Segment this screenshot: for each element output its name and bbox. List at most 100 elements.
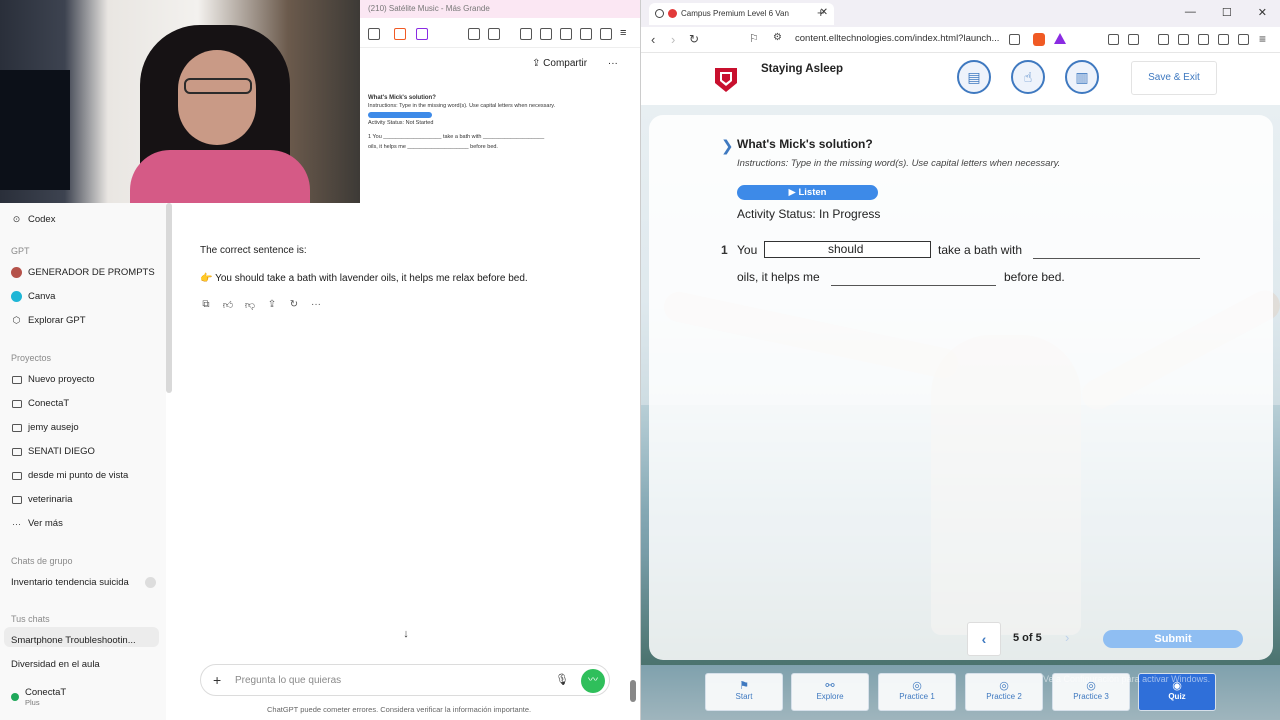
url-bar[interactable]: content.elltechnologies.com/index.html?l… xyxy=(795,33,999,44)
vpn-icon[interactable] xyxy=(600,28,612,40)
windows-activation-watermark: Ve a Configuración para activar Windows. xyxy=(1043,674,1211,684)
brave-shield-icon[interactable] xyxy=(394,28,406,40)
regenerate-icon[interactable]: ↻ xyxy=(288,299,300,311)
submit-button[interactable]: Submit xyxy=(1103,630,1243,648)
more-icon[interactable]: ··· xyxy=(310,299,322,311)
sidebar-item-codex[interactable]: ⊙ Codex xyxy=(11,214,56,225)
copy-icon[interactable]: ⧉ xyxy=(200,299,212,311)
activity-title: What's Mick's solution? xyxy=(737,137,873,151)
account-button[interactable]: ConectaT Plus xyxy=(11,687,66,707)
listen-button[interactable]: ▶ Listen xyxy=(737,185,878,200)
book-icon[interactable]: ▤ xyxy=(957,60,991,94)
sidebar-item-project[interactable]: veterinaria xyxy=(11,494,72,505)
music-icon[interactable] xyxy=(1158,34,1169,45)
wallet-icon[interactable] xyxy=(1198,34,1209,45)
leo-icon[interactable] xyxy=(1218,34,1229,45)
menu-icon[interactable]: ≡ xyxy=(620,28,632,40)
save-exit-button[interactable]: Save & Exit xyxy=(1131,61,1217,95)
rewards-icon[interactable] xyxy=(1054,33,1066,44)
mini-toolbar: ≡ xyxy=(360,22,640,48)
sidebar-item-canva[interactable]: Canva xyxy=(11,291,55,302)
add-attachment-icon[interactable]: + xyxy=(213,672,221,688)
rewards-icon[interactable] xyxy=(416,28,428,40)
voice-mode-button[interactable]: 〰 xyxy=(581,669,605,693)
sidebar-item-label: ConectaT xyxy=(28,398,70,409)
sidebar-item-project[interactable]: ConectaT xyxy=(11,398,69,409)
reload-icon[interactable]: ↻ xyxy=(689,32,699,46)
sidebar-item-group-chat[interactable]: Inventario tendencia suicida xyxy=(11,577,156,588)
answer-input-1[interactable]: should xyxy=(764,241,931,258)
sidebar-item-chat[interactable]: Smartphone Troubleshootin... xyxy=(11,635,136,646)
answer-input-2[interactable] xyxy=(1033,258,1200,259)
nav-practice-2[interactable]: ◎ Practice 2 xyxy=(965,673,1043,711)
mini-listen-button[interactable] xyxy=(368,112,432,118)
more-icon[interactable]: ··· xyxy=(608,58,618,69)
maximize-icon[interactable]: ☐ xyxy=(1222,6,1232,19)
group-avatar-icon xyxy=(145,577,156,588)
explore-cube-icon: ⬡ xyxy=(12,315,21,325)
mini-tab-title[interactable]: (210) Satélite Music - Más Grande xyxy=(368,4,490,13)
sidebar-item-explorar[interactable]: ⬡ Explorar GPT xyxy=(11,315,86,326)
thumbs-down-icon[interactable]: 👎︎ xyxy=(244,299,256,311)
composer-placeholder[interactable]: Pregunta lo que quieras xyxy=(235,675,341,686)
microphone-icon[interactable]: 🎙︎ xyxy=(555,673,569,686)
new-tab-icon[interactable]: + xyxy=(817,5,825,20)
page-indicator: 5 of 5 xyxy=(1013,632,1042,644)
scroll-down-button[interactable]: ↓ xyxy=(398,626,414,642)
sidebar-item-project[interactable]: SENATI DIEGO xyxy=(11,446,95,457)
tap-icon[interactable]: ☝ xyxy=(1011,60,1045,94)
chat-scrollbar[interactable] xyxy=(630,680,636,702)
chevron-right-icon: ❯ xyxy=(721,138,734,155)
close-window-icon[interactable]: ✕ xyxy=(1258,6,1267,19)
more-dots-icon: ··· xyxy=(12,518,21,529)
leo-icon[interactable] xyxy=(580,28,592,40)
thumbs-up-icon[interactable]: 👍︎ xyxy=(222,299,234,311)
assistant-message-intro: The correct sentence is: xyxy=(200,245,307,256)
answer-input-3[interactable] xyxy=(831,285,996,286)
mini-instructions: Instructions: Type in the missing word(s… xyxy=(368,103,556,109)
minimize-icon[interactable]: — xyxy=(1185,6,1196,19)
extensions-icon[interactable] xyxy=(1108,34,1119,45)
share-icon[interactable] xyxy=(368,28,380,40)
active-tab[interactable]: Campus Premium Level 6 Van ✕ xyxy=(649,3,834,25)
site-settings-icon[interactable]: ⚙ xyxy=(773,32,782,43)
chat-composer[interactable]: + Pregunta lo que quieras 🎙︎ 〰 xyxy=(200,664,610,696)
document-icon[interactable]: ▥ xyxy=(1065,60,1099,94)
bookmark-icon[interactable]: ⚐ xyxy=(749,32,759,45)
previous-page-button[interactable]: ‹ xyxy=(967,622,1001,656)
sidebar-item-project[interactable]: desde mi punto de vista xyxy=(11,470,128,481)
share-icon[interactable] xyxy=(1009,34,1020,45)
play-icon: ▶ xyxy=(788,187,796,198)
sidebar-item-see-more[interactable]: ··· Ver más xyxy=(11,518,63,529)
vpn-icon[interactable] xyxy=(1238,34,1249,45)
app-header: Staying Asleep ▤ ☝ ▥ Save & Exit xyxy=(641,53,1280,105)
back-icon[interactable]: ‹ xyxy=(651,32,655,47)
brave-shield-icon[interactable] xyxy=(1033,33,1045,46)
browser-toolbar: ‹ › ↻ ⚐ ⚙ content.elltechnologies.com/in… xyxy=(641,27,1280,53)
menu-icon[interactable]: ≡ xyxy=(1259,32,1266,46)
sidebar-item-chat[interactable]: Diversidad en el aula xyxy=(11,659,100,670)
nav-label: Practice 1 xyxy=(899,692,935,701)
sidebar-icon[interactable] xyxy=(540,28,552,40)
listen-label: Listen xyxy=(798,187,827,198)
nav-practice-1[interactable]: ◎ Practice 1 xyxy=(878,673,956,711)
sidebar-item-project[interactable]: jemy ausejo xyxy=(11,422,79,433)
share-icon[interactable]: ⇪ xyxy=(266,299,278,311)
sidebar-item-new-project[interactable]: Nuevo proyecto xyxy=(11,374,95,385)
webcam-feed xyxy=(0,0,360,203)
forward-icon[interactable]: › xyxy=(671,32,675,47)
nav-start[interactable]: ⚑ Start xyxy=(705,673,783,711)
share-button[interactable]: ⇪ Compartir ··· xyxy=(532,58,618,69)
screenshot-icon[interactable] xyxy=(1128,34,1139,45)
sidebar-item-generador[interactable]: GENERADOR DE PROMPTS xyxy=(11,267,155,278)
wallet-icon[interactable] xyxy=(560,28,572,40)
nav-explore[interactable]: ⚯ Explore xyxy=(791,673,869,711)
sentence-line2-start: oils, it helps me xyxy=(737,270,820,284)
group-chats-heading: Chats de grupo xyxy=(11,556,73,566)
music-icon[interactable] xyxy=(520,28,532,40)
practice-icon: ◎ xyxy=(912,680,922,692)
sidebar-icon[interactable] xyxy=(1178,34,1189,45)
next-page-button[interactable]: › xyxy=(1065,630,1069,645)
screenshot-icon[interactable] xyxy=(488,28,500,40)
extensions-icon[interactable] xyxy=(468,28,480,40)
